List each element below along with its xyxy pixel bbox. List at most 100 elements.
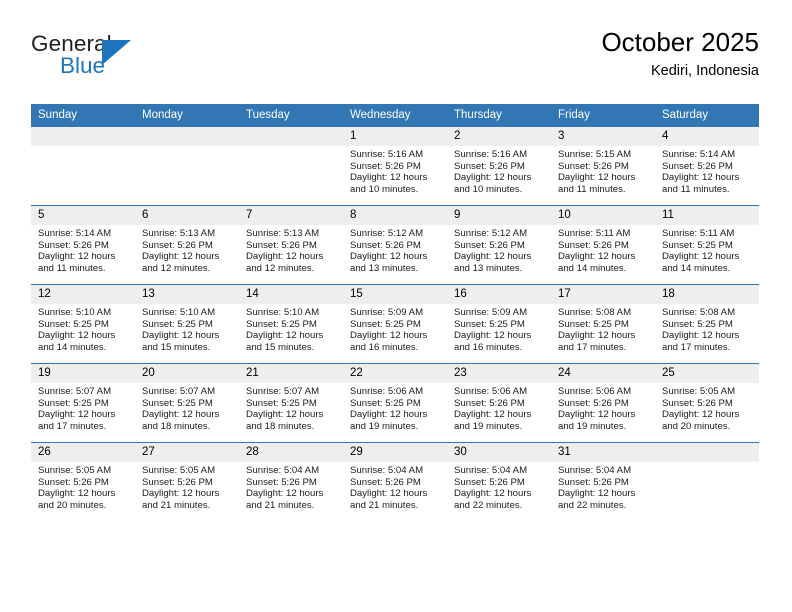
calendar-day-cell[interactable]: 31 Sunrise: 5:04 AM Sunset: 5:26 PM Dayligh… [551, 442, 655, 521]
day-number: 31 [551, 443, 655, 462]
calendar-week-row: 5 Sunrise: 5:14 AM Sunset: 5:26 PM Daylight… [31, 205, 759, 285]
sunset-text: Sunset: 5:25 PM [558, 318, 629, 330]
weekday-header-tuesday: Tuesday [239, 104, 343, 127]
sunset-text: Sunset: 5:26 PM [558, 160, 629, 172]
day-details: Sunrise: 5:16 AM Sunset: 5:26 PM Daylight:… [447, 146, 551, 195]
sunrise-text: Sunrise: 5:13 AM [246, 228, 320, 239]
calendar-day-cell[interactable]: 19 Sunrise: 5:07 AM Sunset: 5:25 PM Dayligh… [31, 363, 135, 443]
weekday-header-friday: Friday [551, 104, 655, 127]
calendar-day-cell[interactable]: 12 Sunrise: 5:10 AM Sunset: 5:25 PM Dayligh… [31, 284, 135, 364]
day-details: Sunrise: 5:09 AM Sunset: 5:25 PM Daylight:… [343, 304, 447, 353]
daylight-text: Daylight: 12 hours and 14 minutes. [662, 251, 740, 274]
calendar-day-cell[interactable]: 25 Sunrise: 5:05 AM Sunset: 5:26 PM Dayligh… [655, 363, 759, 443]
daylight-text: Daylight: 12 hours and 12 minutes. [142, 251, 220, 274]
day-number: 23 [447, 364, 551, 383]
calendar-day-cell[interactable]: 28 Sunrise: 5:04 AM Sunset: 5:26 PM Dayligh… [239, 442, 343, 521]
day-details: Sunrise: 5:04 AM Sunset: 5:26 PM Daylight:… [343, 462, 447, 511]
logo-text-blue: Blue [60, 53, 106, 78]
sunrise-text: Sunrise: 5:14 AM [662, 149, 736, 160]
sunrise-text: Sunrise: 5:05 AM [662, 386, 736, 397]
page-header: General Blue October 2025 Kediri, Indone… [31, 26, 759, 98]
calendar-page: General Blue October 2025 Kediri, Indone… [0, 0, 792, 612]
sunset-text: Sunset: 5:25 PM [350, 318, 421, 330]
calendar-day-cell[interactable]: 7 Sunrise: 5:13 AM Sunset: 5:26 PM Daylight… [239, 205, 343, 285]
daylight-text: Daylight: 12 hours and 15 minutes. [142, 330, 220, 353]
page-title: October 2025 [601, 27, 759, 57]
calendar-day-cell[interactable]: 1 Sunrise: 5:16 AM Sunset: 5:26 PM Daylight… [343, 126, 447, 206]
sunrise-text: Sunrise: 5:16 AM [454, 149, 528, 160]
day-details: Sunrise: 5:05 AM Sunset: 5:26 PM Daylight:… [135, 462, 239, 511]
calendar-day-cell[interactable]: 11 Sunrise: 5:11 AM Sunset: 5:25 PM Dayligh… [655, 205, 759, 285]
sunrise-text: Sunrise: 5:12 AM [454, 228, 528, 239]
day-number: 24 [551, 364, 655, 383]
day-number: 18 [655, 285, 759, 304]
sunset-text: Sunset: 5:26 PM [38, 239, 109, 251]
calendar-day-cell[interactable]: 6 Sunrise: 5:13 AM Sunset: 5:26 PM Daylight… [135, 205, 239, 285]
calendar-grid: Sunday Monday Tuesday Wednesday Thursday… [31, 104, 759, 521]
daylight-text: Daylight: 12 hours and 17 minutes. [558, 330, 636, 353]
daylight-text: Daylight: 12 hours and 18 minutes. [142, 409, 220, 432]
sunset-text: Sunset: 5:26 PM [246, 476, 317, 488]
day-details: Sunrise: 5:12 AM Sunset: 5:26 PM Daylight:… [343, 225, 447, 274]
day-number: 28 [239, 443, 343, 462]
calendar-day-cell[interactable]: 26 Sunrise: 5:05 AM Sunset: 5:26 PM Dayligh… [31, 442, 135, 521]
sunrise-text: Sunrise: 5:10 AM [38, 307, 112, 318]
calendar-day-cell[interactable]: 3 Sunrise: 5:15 AM Sunset: 5:26 PM Daylight… [551, 126, 655, 206]
sunset-text: Sunset: 5:26 PM [38, 476, 109, 488]
daylight-text: Daylight: 12 hours and 13 minutes. [454, 251, 532, 274]
calendar-day-cell[interactable]: 4 Sunrise: 5:14 AM Sunset: 5:26 PM Daylight… [655, 126, 759, 206]
sunset-text: Sunset: 5:25 PM [454, 318, 525, 330]
day-details: Sunrise: 5:11 AM Sunset: 5:26 PM Daylight:… [551, 225, 655, 274]
daylight-text: Daylight: 12 hours and 21 minutes. [350, 488, 428, 511]
calendar-day-cell[interactable]: 16 Sunrise: 5:09 AM Sunset: 5:25 PM Dayligh… [447, 284, 551, 364]
calendar-day-cell[interactable]: 10 Sunrise: 5:11 AM Sunset: 5:26 PM Dayligh… [551, 205, 655, 285]
day-number: 11 [655, 206, 759, 225]
calendar-day-cell[interactable]: 17 Sunrise: 5:08 AM Sunset: 5:25 PM Dayligh… [551, 284, 655, 364]
weekday-header-monday: Monday [135, 104, 239, 127]
daylight-text: Daylight: 12 hours and 11 minutes. [558, 172, 636, 195]
daylight-text: Daylight: 12 hours and 17 minutes. [38, 409, 116, 432]
calendar-cell-empty [239, 126, 343, 206]
sunset-text: Sunset: 5:25 PM [246, 318, 317, 330]
calendar-day-cell[interactable]: 14 Sunrise: 5:10 AM Sunset: 5:25 PM Dayligh… [239, 284, 343, 364]
daylight-text: Daylight: 12 hours and 22 minutes. [454, 488, 532, 511]
calendar-day-cell[interactable]: 9 Sunrise: 5:12 AM Sunset: 5:26 PM Daylight… [447, 205, 551, 285]
day-details: Sunrise: 5:06 AM Sunset: 5:25 PM Daylight:… [343, 383, 447, 432]
calendar-day-cell[interactable]: 22 Sunrise: 5:06 AM Sunset: 5:25 PM Dayligh… [343, 363, 447, 443]
calendar-day-cell[interactable]: 2 Sunrise: 5:16 AM Sunset: 5:26 PM Daylight… [447, 126, 551, 206]
day-details: Sunrise: 5:07 AM Sunset: 5:25 PM Daylight:… [31, 383, 135, 432]
sunrise-text: Sunrise: 5:11 AM [662, 228, 735, 239]
calendar-day-cell[interactable]: 13 Sunrise: 5:10 AM Sunset: 5:25 PM Dayligh… [135, 284, 239, 364]
calendar-day-cell[interactable]: 27 Sunrise: 5:05 AM Sunset: 5:26 PM Dayligh… [135, 442, 239, 521]
sunrise-text: Sunrise: 5:06 AM [454, 386, 528, 397]
sunset-text: Sunset: 5:26 PM [454, 476, 525, 488]
weekday-header-sunday: Sunday [31, 104, 135, 127]
calendar-day-cell[interactable]: 18 Sunrise: 5:08 AM Sunset: 5:25 PM Dayligh… [655, 284, 759, 364]
daylight-text: Daylight: 12 hours and 11 minutes. [38, 251, 116, 274]
sunrise-text: Sunrise: 5:15 AM [558, 149, 632, 160]
calendar-day-cell[interactable]: 30 Sunrise: 5:04 AM Sunset: 5:26 PM Dayligh… [447, 442, 551, 521]
daylight-text: Daylight: 12 hours and 10 minutes. [454, 172, 532, 195]
day-details: Sunrise: 5:10 AM Sunset: 5:25 PM Daylight:… [239, 304, 343, 353]
day-number: 8 [343, 206, 447, 225]
weekday-header-thursday: Thursday [447, 104, 551, 127]
general-blue-logo[interactable]: General Blue [31, 31, 151, 87]
sunrise-text: Sunrise: 5:07 AM [142, 386, 216, 397]
daylight-text: Daylight: 12 hours and 16 minutes. [454, 330, 532, 353]
day-details: Sunrise: 5:13 AM Sunset: 5:26 PM Daylight:… [135, 225, 239, 274]
calendar-day-cell[interactable]: 29 Sunrise: 5:04 AM Sunset: 5:26 PM Dayligh… [343, 442, 447, 521]
calendar-day-cell[interactable]: 15 Sunrise: 5:09 AM Sunset: 5:25 PM Dayligh… [343, 284, 447, 364]
calendar-day-cell[interactable]: 20 Sunrise: 5:07 AM Sunset: 5:25 PM Dayligh… [135, 363, 239, 443]
calendar-day-cell[interactable]: 8 Sunrise: 5:12 AM Sunset: 5:26 PM Daylight… [343, 205, 447, 285]
daylight-text: Daylight: 12 hours and 14 minutes. [558, 251, 636, 274]
sunset-text: Sunset: 5:26 PM [662, 397, 733, 409]
day-details: Sunrise: 5:06 AM Sunset: 5:26 PM Daylight:… [551, 383, 655, 432]
day-number: 2 [447, 127, 551, 146]
calendar-day-cell[interactable]: 21 Sunrise: 5:07 AM Sunset: 5:25 PM Dayligh… [239, 363, 343, 443]
calendar-day-cell[interactable]: 5 Sunrise: 5:14 AM Sunset: 5:26 PM Daylight… [31, 205, 135, 285]
sunrise-text: Sunrise: 5:16 AM [350, 149, 424, 160]
sunset-text: Sunset: 5:26 PM [454, 160, 525, 172]
calendar-day-cell[interactable]: 24 Sunrise: 5:06 AM Sunset: 5:26 PM Dayligh… [551, 363, 655, 443]
calendar-day-cell[interactable]: 23 Sunrise: 5:06 AM Sunset: 5:26 PM Dayligh… [447, 363, 551, 443]
sunset-text: Sunset: 5:26 PM [350, 476, 421, 488]
